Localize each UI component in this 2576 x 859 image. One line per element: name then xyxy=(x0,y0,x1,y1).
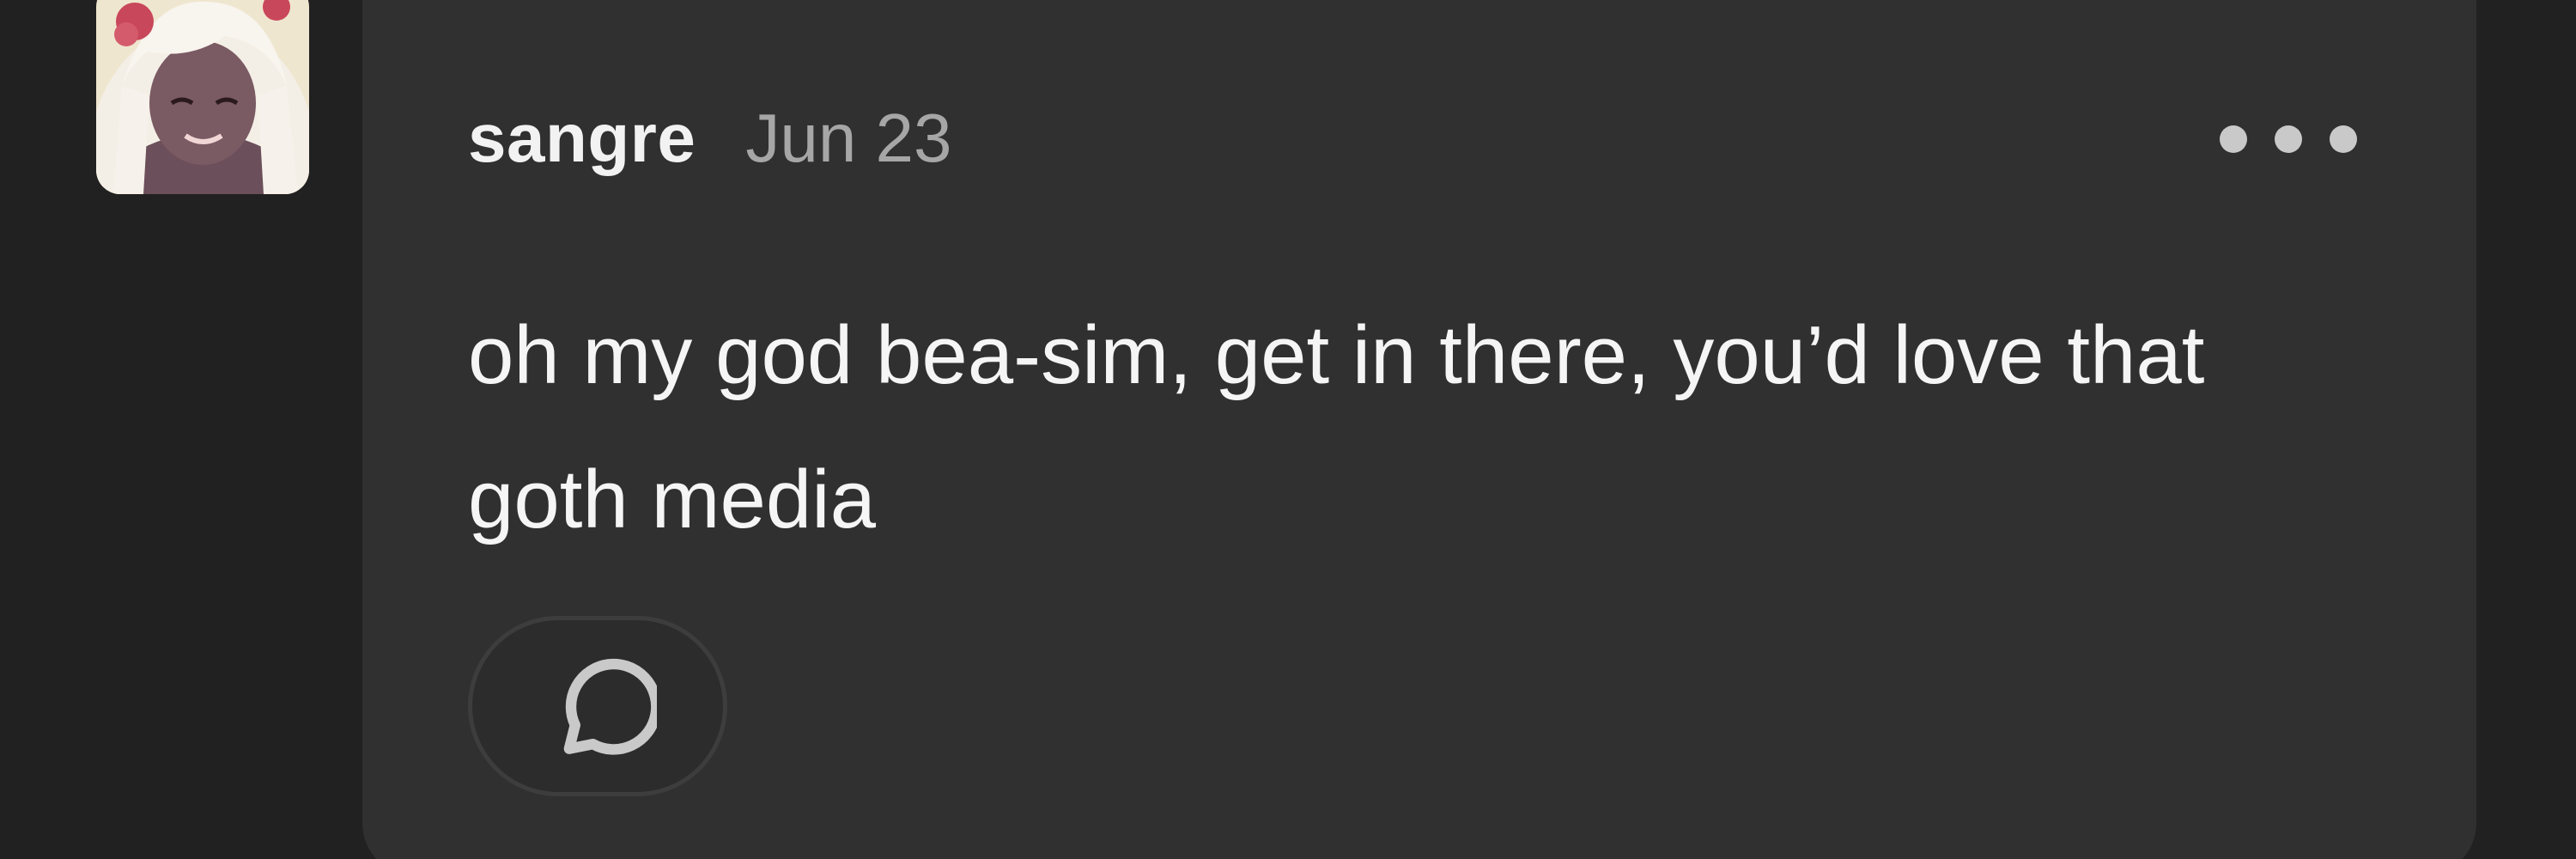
comment-text: oh my god bea-sim, get in there, you’d l… xyxy=(468,309,2205,545)
more-dot xyxy=(2220,125,2247,153)
more-options-icon[interactable] xyxy=(2220,120,2357,158)
comment-thread: sangre Jun 23 oh my god bea-sim, get in … xyxy=(0,0,2576,859)
more-dot xyxy=(2275,125,2302,153)
username[interactable]: sangre xyxy=(468,99,696,178)
timestamp: Jun 23 xyxy=(745,100,952,176)
more-dot xyxy=(2330,125,2357,153)
speech-bubble-icon xyxy=(563,658,657,755)
comment-header: sangre Jun 23 xyxy=(468,99,952,178)
user-avatar-illustration xyxy=(96,0,309,194)
avatar[interactable] xyxy=(96,0,309,194)
reply-button[interactable] xyxy=(468,616,727,796)
